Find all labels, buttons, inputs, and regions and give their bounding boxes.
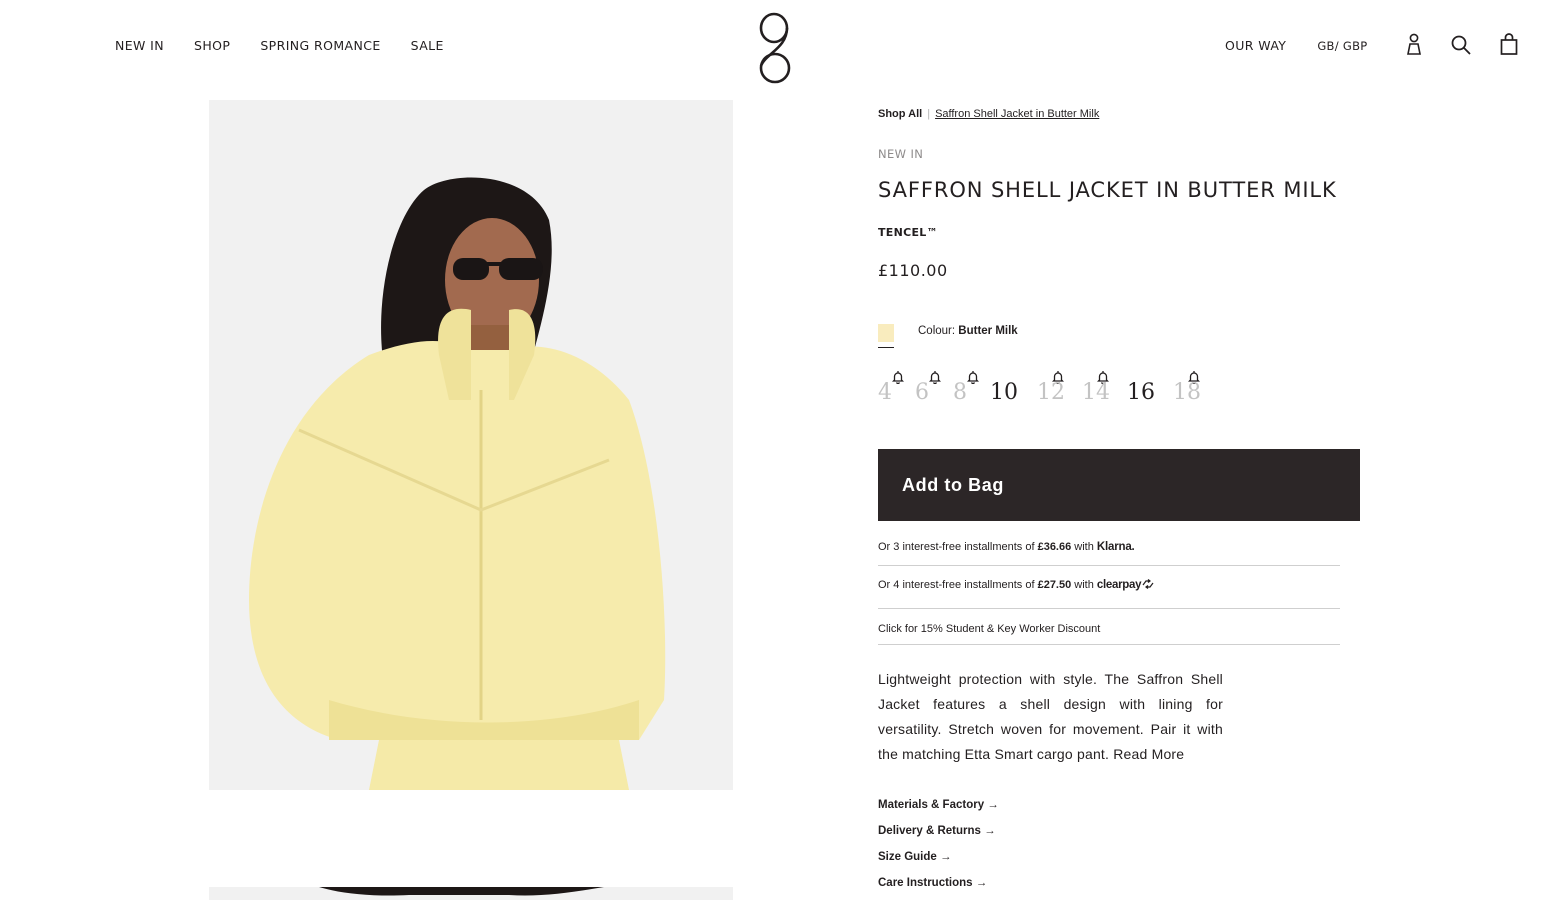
product-photo — [209, 100, 733, 790]
divider — [878, 608, 1340, 609]
size-guide-link[interactable]: Size Guide → — [878, 851, 952, 863]
site-header: NEW IN SHOP SPRING ROMANCE SALE OUR WAY … — [0, 0, 1557, 95]
bag-icon[interactable] — [1497, 32, 1521, 58]
breadcrumb-current[interactable]: Saffron Shell Jacket in Butter Milk — [935, 108, 1099, 120]
utility-nav: OUR WAY GB/ GBP — [1225, 38, 1368, 53]
account-icon[interactable] — [1402, 32, 1426, 58]
student-discount-link[interactable]: Click for 15% Student & Key Worker Disco… — [878, 623, 1100, 635]
clearpay-arrows-icon — [1142, 579, 1154, 589]
product-description: Lightweight protection with style. The S… — [878, 667, 1223, 767]
brand-logo[interactable] — [755, 10, 795, 86]
clearpay-installments[interactable]: Or 4 interest-free installments of £27.5… — [878, 579, 1340, 591]
nav-our-way[interactable]: OUR WAY — [1225, 38, 1286, 53]
main-nav: NEW IN SHOP SPRING ROMANCE SALE — [115, 38, 444, 53]
nav-shop[interactable]: SHOP — [194, 38, 230, 53]
colour-swatch-underline — [878, 347, 894, 348]
nav-spring-romance[interactable]: SPRING ROMANCE — [260, 38, 380, 53]
klarna-amount: £36.66 — [1037, 541, 1072, 553]
nav-new-in[interactable]: NEW IN — [115, 38, 164, 53]
klarna-with: with — [1074, 541, 1094, 553]
klarna-text: Or 3 interest-free installments of — [878, 541, 1035, 553]
product-photo-secondary — [209, 887, 733, 900]
size-option-18[interactable]: 18 — [1173, 380, 1201, 405]
care-instructions-link[interactable]: Care Instructions → — [878, 877, 987, 889]
delivery-returns-link[interactable]: Delivery & Returns → — [878, 825, 996, 837]
size-selector: 4 6 8 10 12 14 16 18 — [878, 370, 1218, 410]
breadcrumb-separator: | — [927, 108, 931, 120]
size-option-4[interactable]: 4 — [878, 380, 892, 405]
size-option-8[interactable]: 8 — [953, 380, 967, 405]
divider — [878, 565, 1340, 566]
colour-swatch[interactable] — [878, 324, 894, 342]
product-price: £110.00 — [878, 261, 948, 280]
size-option-12[interactable]: 12 — [1037, 380, 1065, 405]
size-option-10[interactable]: 10 — [990, 380, 1018, 405]
add-to-bag-button[interactable]: Add to Bag — [878, 449, 1360, 521]
breadcrumb-shop-all[interactable]: Shop All — [878, 108, 922, 120]
materials-factory-link[interactable]: Materials & Factory → — [878, 799, 999, 811]
clearpay-amount: £27.50 — [1037, 579, 1072, 591]
size-option-14[interactable]: 14 — [1082, 380, 1110, 405]
product-image-main[interactable] — [209, 100, 733, 790]
colour-label-prefix: Colour: — [918, 325, 956, 337]
size-option-6[interactable]: 6 — [915, 380, 929, 405]
clearpay-with: with — [1074, 579, 1094, 591]
product-collection: NEW IN — [878, 147, 924, 161]
read-more-link[interactable]: Read More — [1113, 746, 1184, 762]
colour-value: Butter Milk — [958, 325, 1018, 337]
divider — [878, 644, 1340, 645]
currency-selector[interactable]: GB/ GBP — [1317, 39, 1367, 53]
colour-label: Colour: Butter Milk — [918, 325, 1018, 337]
breadcrumb: Shop All | Saffron Shell Jacket in Butter … — [878, 108, 1099, 120]
klarna-installments[interactable]: Or 3 interest-free installments of £36.6… — [878, 541, 1340, 553]
product-material: TENCEL™ — [878, 226, 938, 239]
bell-icon[interactable] — [929, 370, 941, 384]
clearpay-text: Or 4 interest-free installments of — [878, 579, 1035, 591]
size-option-16[interactable]: 16 — [1127, 380, 1155, 405]
product-title: SAFFRON SHELL JACKET IN BUTTER MILK — [878, 178, 1337, 202]
product-image-secondary[interactable] — [209, 887, 733, 900]
nav-sale[interactable]: SALE — [411, 38, 444, 53]
klarna-logo: Klarna. — [1096, 541, 1135, 553]
bell-icon[interactable] — [892, 370, 904, 384]
bell-icon[interactable] — [967, 370, 979, 384]
clearpay-logo: clearpay — [1096, 579, 1142, 591]
search-icon[interactable] — [1449, 32, 1473, 58]
